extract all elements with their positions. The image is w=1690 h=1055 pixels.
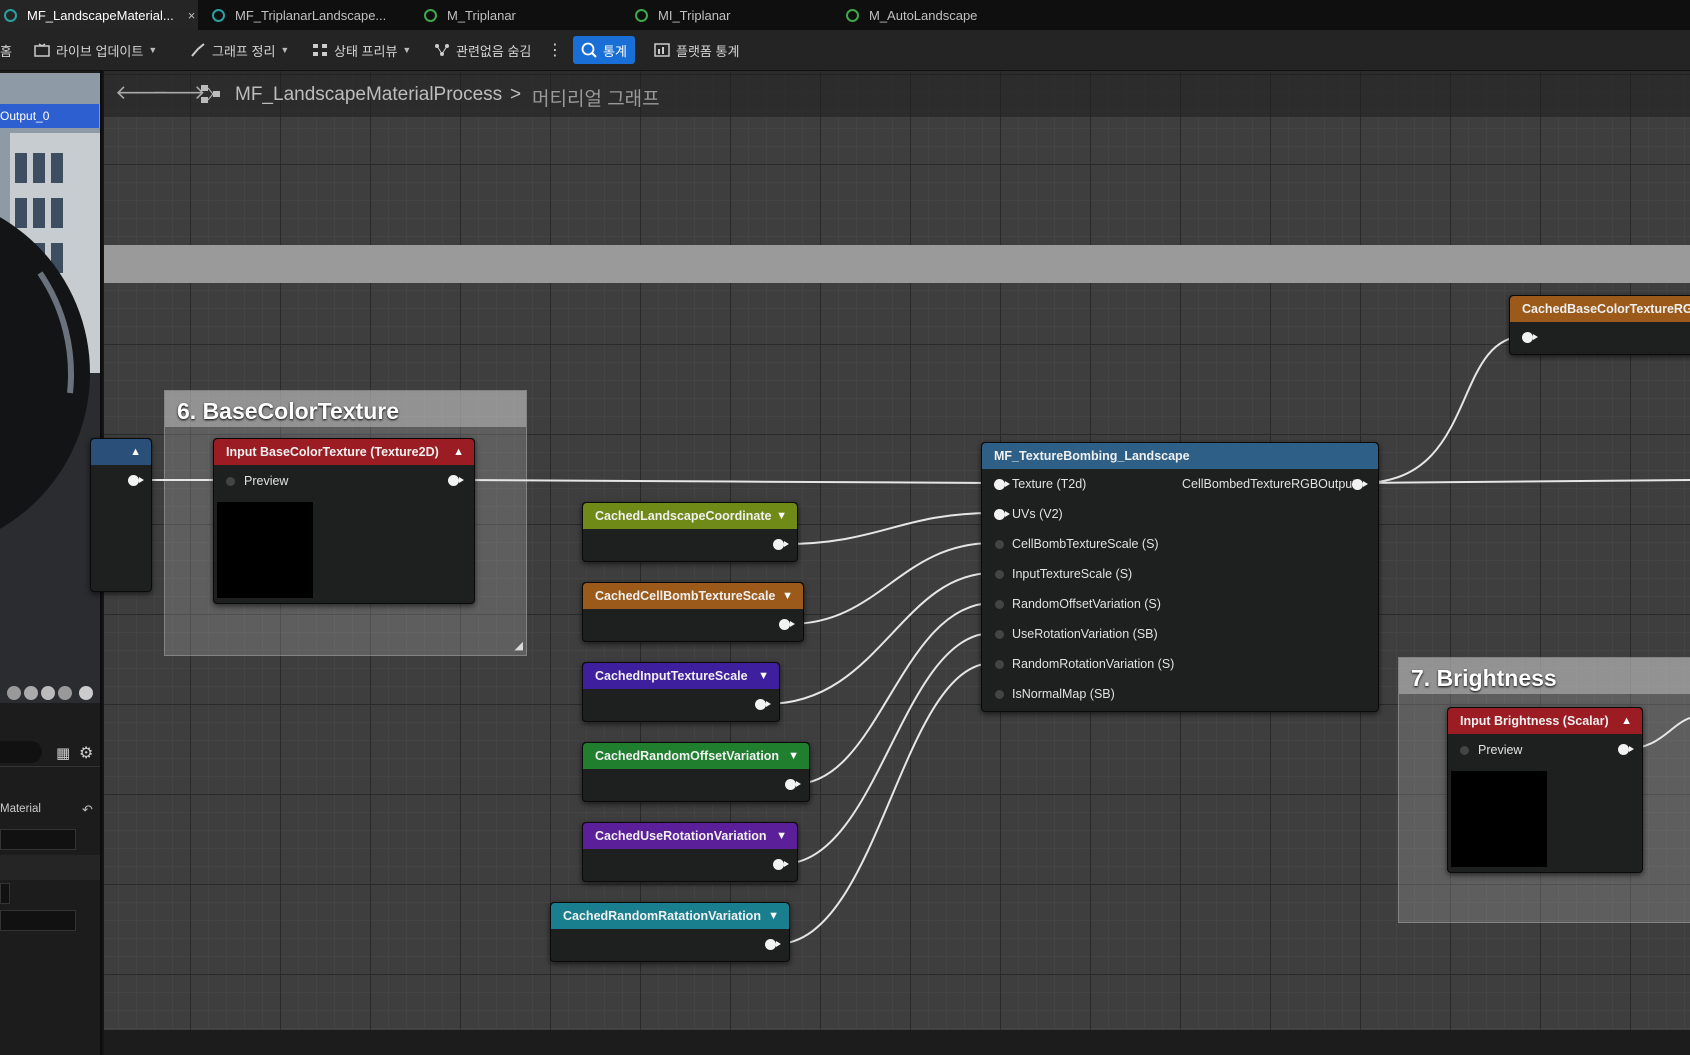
input-pin[interactable] [1522,332,1538,343]
output-pin[interactable] [128,475,144,486]
output-pin[interactable] [448,475,464,486]
node-header: CachedRandomOffsetVariation ▼ [583,743,809,769]
chevron-up-icon[interactable]: ▲ [1621,708,1632,734]
wire [783,512,994,545]
node-title: CachedCellBombTextureScale [595,589,776,603]
pin-label: CellBombTextureScale (S) [1012,537,1159,551]
output-pin[interactable] [765,939,781,950]
pin-label: Preview [244,474,289,488]
preview-pin[interactable] [226,477,235,486]
node-texture-bombing[interactable]: MF_TextureBombing_Landscape Texture (T2d… [981,442,1379,712]
node-input-brightness[interactable]: Input Brightness (Scalar) ▲ Preview [1447,707,1643,873]
output-pin[interactable] [785,779,801,790]
node-cached-random-offset[interactable]: CachedRandomOffsetVariation ▼ [582,742,810,802]
pin-label: Texture (T2d) [1012,477,1087,491]
node-input-basecolor[interactable]: Input BaseColorTexture (Texture2D) ▲ Prev… [213,438,475,604]
node-header: Input Brightness (Scalar) ▲ [1448,708,1642,734]
node-header: CachedRandomRatationVariation ▼ [551,903,789,929]
pin-label: IsNormalMap (SB) [1012,687,1115,701]
node-header: MF_TextureBombing_Landscape [982,443,1378,469]
input-pin[interactable] [995,540,1004,549]
node-title: CachedLandscapeCoordinate [595,509,772,523]
node-title: CachedBaseColorTextureRGB [1522,302,1690,316]
node-header: CachedCellBombTextureScale ▼ [583,583,803,609]
chevron-up-icon[interactable]: ▲ [453,439,464,465]
node-title: CachedRandomRatationVariation [563,909,761,923]
node-header: CachedBaseColorTextureRGB [1510,296,1690,322]
pin-label: UVs (V2) [1012,507,1063,521]
node-title: CachedRandomOffsetVariation [595,749,780,763]
wire [781,632,994,865]
node-header: Input BaseColorTexture (Texture2D) ▲ [214,439,474,465]
wire [1361,479,1690,484]
output-pin[interactable] [1618,744,1634,755]
pin-label: RandomRotationVariation (S) [1012,657,1175,671]
texture-preview [1451,771,1547,867]
node-cached-cellbomb-scale[interactable]: CachedCellBombTextureScale ▼ [582,582,804,642]
output-pin-label: CellBombedTextureRGBOutput [1182,477,1356,491]
chevron-down-icon[interactable]: ▼ [782,583,793,609]
input-pin[interactable] [994,509,1010,520]
node-title: Input Brightness (Scalar) [1460,714,1609,728]
input-pin[interactable] [995,690,1004,699]
chevron-down-icon[interactable]: ▼ [776,823,787,849]
wire [459,479,994,484]
node-cached-input-texture-scale[interactable]: CachedInputTextureScale ▼ [582,662,780,722]
output-pin[interactable] [773,859,789,870]
chevron-down-icon[interactable]: ▼ [768,903,779,929]
node-cached-landscape-coordinate[interactable]: CachedLandscapeCoordinate ▼ [582,502,798,562]
node-header: CachedInputTextureScale ▼ [583,663,779,689]
input-pin[interactable] [995,600,1004,609]
pin-label: InputTextureScale (S) [1012,567,1133,581]
node-title: CachedInputTextureScale [595,669,748,683]
pin-label: UseRotationVariation (SB) [1012,627,1158,641]
node-header: ▲ [91,439,151,465]
preview-pin[interactable] [1460,746,1469,755]
pin-label: RandomOffsetVariation (S) [1012,597,1161,611]
chevron-up-icon: ▲ [130,446,141,458]
partial-node[interactable]: ▲ [90,438,152,592]
output-pin[interactable] [755,699,771,710]
input-pin[interactable] [994,479,1010,490]
node-header: CachedUseRotationVariation ▼ [583,823,797,849]
wire [789,542,994,625]
chevron-down-icon[interactable]: ▼ [788,743,799,769]
pin-label: Preview [1478,743,1523,757]
chevron-down-icon[interactable]: ▼ [776,503,787,529]
node-header: CachedLandscapeCoordinate ▼ [583,503,797,529]
output-pin[interactable] [779,619,795,630]
texture-preview [217,502,313,598]
input-pin[interactable] [995,630,1004,639]
output-pin[interactable] [773,539,789,550]
output-pin[interactable] [1352,479,1368,490]
node-cached-basecolor-rgb[interactable]: CachedBaseColorTextureRGB [1509,295,1690,355]
input-pin[interactable] [995,660,1004,669]
node-title: Input BaseColorTexture (Texture2D) [226,445,439,459]
input-pin[interactable] [995,570,1004,579]
node-title: CachedUseRotationVariation [595,829,767,843]
node-cached-random-rotation[interactable]: CachedRandomRatationVariation ▼ [550,902,790,962]
node-title: MF_TextureBombing_Landscape [994,449,1190,463]
node-cached-use-rotation[interactable]: CachedUseRotationVariation ▼ [582,822,798,882]
chevron-down-icon[interactable]: ▼ [758,663,769,689]
wire [1361,335,1527,484]
